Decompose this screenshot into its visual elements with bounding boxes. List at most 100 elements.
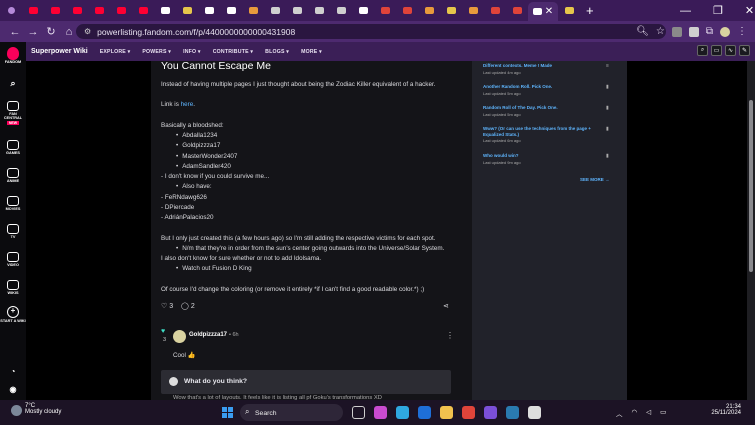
notifications-icon[interactable]: ◔: [0, 367, 26, 376]
browser-menu-button[interactable]: [0, 3, 22, 19]
search-icon[interactable]: ⌕: [0, 78, 26, 89]
clock[interactable]: 21:34 25/11/2024: [703, 404, 741, 416]
browser-menu-icon[interactable]: ⋮: [737, 26, 747, 37]
browser-tab[interactable]: [286, 3, 308, 19]
browser-tab[interactable]: [374, 3, 396, 19]
sidebar-item-tv[interactable]: TV: [0, 224, 26, 239]
browser-tab[interactable]: [418, 3, 440, 19]
sidebar-item-movies[interactable]: MOVIES: [0, 196, 26, 211]
browser-tab[interactable]: [198, 3, 220, 19]
extension-icon[interactable]: [688, 26, 699, 37]
nav-blogs[interactable]: BLOGS ▾: [265, 49, 289, 55]
reply-prompt[interactable]: What do you think?: [184, 378, 247, 385]
rail-discussion-item[interactable]: Random Roll of The Day. Pick One. Last u…: [483, 105, 613, 117]
comment-author[interactable]: Goldpizzza17: [189, 332, 227, 338]
scrollbar-thumb[interactable]: [749, 100, 753, 272]
taskbar-app-icon[interactable]: [396, 406, 409, 419]
rail-item-title[interactable]: Different contexts. Meme ! Made: [483, 63, 613, 69]
browser-tab[interactable]: [308, 3, 330, 19]
taskbar-app-icon[interactable]: [484, 406, 497, 419]
fandom-logo[interactable]: FANDOM: [0, 47, 26, 64]
browser-tab[interactable]: [110, 3, 132, 19]
taskbar-app-icon[interactable]: [352, 406, 365, 419]
wiki-name[interactable]: Superpower Wiki: [31, 48, 88, 55]
profile-avatar[interactable]: [720, 26, 730, 37]
extension-icon[interactable]: [671, 26, 682, 37]
chat-icon[interactable]: ▭: [711, 45, 722, 56]
sidebar-item-wikis[interactable]: WIKIS: [0, 280, 26, 295]
close-window-button[interactable]: ✕: [745, 4, 754, 17]
browser-tab[interactable]: [154, 3, 176, 19]
nav-powers[interactable]: POWERS ▾: [142, 49, 171, 55]
volume-icon[interactable]: ◁: [646, 408, 651, 418]
browser-tab[interactable]: [396, 3, 418, 19]
sidebar-item-fan-central[interactable]: FAN CENTRAL NEW: [0, 101, 26, 125]
browser-tab[interactable]: [220, 3, 242, 19]
rail-item-title[interactable]: Random Roll of The Day. Pick One.: [483, 105, 613, 111]
weather-widget[interactable]: 7°C Mostly cloudy: [11, 403, 61, 416]
extensions-puzzle-icon[interactable]: ⧉: [706, 26, 713, 37]
taskbar-app-icon[interactable]: [418, 406, 431, 419]
windows-start-icon[interactable]: [222, 407, 233, 418]
rail-discussion-item[interactable]: Www? (Or can use the techniques from the…: [483, 126, 601, 143]
activity-icon[interactable]: ∿: [725, 45, 736, 56]
new-tab-button[interactable]: +: [586, 3, 594, 18]
rail-discussion-item[interactable]: Different contexts. Meme ! Made Last upd…: [483, 63, 613, 75]
more-options-icon[interactable]: ⋮: [446, 331, 454, 340]
browser-tab[interactable]: [132, 3, 154, 19]
user-icon[interactable]: ◉: [0, 385, 26, 394]
browser-tab[interactable]: [88, 3, 110, 19]
taskbar-app-icon[interactable]: [528, 406, 541, 419]
browser-tab[interactable]: [484, 3, 506, 19]
taskbar-app-icon[interactable]: [462, 406, 475, 419]
wifi-icon[interactable]: ◠: [632, 408, 638, 418]
rail-discussion-item[interactable]: Who would win? Last updated 9m ago: [483, 153, 613, 165]
comment-button[interactable]: ◯ 2: [181, 302, 195, 311]
post-link[interactable]: here: [181, 101, 194, 108]
rail-item-title[interactable]: Who would win?: [483, 153, 613, 159]
browser-tab[interactable]: [66, 3, 88, 19]
rail-discussion-item[interactable]: Another Random Roll. Pick One. Last upda…: [483, 84, 613, 96]
browser-tab[interactable]: [352, 3, 374, 19]
taskbar-app-icon[interactable]: [440, 406, 453, 419]
edit-icon[interactable]: ✎: [739, 45, 750, 56]
browser-tab[interactable]: [506, 3, 528, 19]
forward-icon[interactable]: →: [24, 26, 42, 38]
reload-icon[interactable]: ↻: [42, 25, 60, 38]
nav-contribute[interactable]: CONTRIBUTE ▾: [213, 49, 253, 55]
search-icon[interactable]: ⌕: [697, 45, 708, 56]
sidebar-item-video[interactable]: VIDEO: [0, 252, 26, 267]
minimize-button[interactable]: —: [680, 5, 691, 17]
browser-tab[interactable]: [242, 3, 264, 19]
browser-tab[interactable]: ✕: [528, 2, 558, 21]
taskbar-app-icon[interactable]: [374, 406, 387, 419]
like-button[interactable]: ♡ 3: [161, 302, 173, 311]
taskbar-app-icon[interactable]: [506, 406, 519, 419]
browser-tab[interactable]: [462, 3, 484, 19]
nav-more[interactable]: MORE ▾: [301, 49, 322, 55]
browser-tab[interactable]: [558, 3, 580, 19]
close-tab-icon[interactable]: ✕: [545, 6, 553, 17]
nav-info[interactable]: INFO ▾: [183, 49, 201, 55]
rail-item-title[interactable]: Www? (Or can use the techniques from the…: [483, 126, 601, 137]
sidebar-item-anime[interactable]: ANIME: [0, 168, 26, 183]
see-more-link[interactable]: SEE MORE →: [580, 177, 610, 182]
sidebar-item-start-wiki[interactable]: + START A WIKI: [0, 306, 26, 323]
avatar[interactable]: [173, 330, 186, 343]
chevron-up-icon[interactable]: ︿: [616, 408, 623, 418]
browser-tab[interactable]: [330, 3, 352, 19]
site-info-icon[interactable]: ⚙: [84, 27, 91, 36]
back-icon[interactable]: ←: [6, 26, 24, 38]
rail-item-title[interactable]: Another Random Roll. Pick One.: [483, 84, 613, 90]
nav-explore[interactable]: EXPLORE ▾: [100, 49, 131, 55]
browser-tab[interactable]: [22, 3, 44, 19]
bookmark-star-icon[interactable]: ☆: [656, 26, 665, 37]
url-field[interactable]: ⚙ powerlisting.fandom.com/f/p/4400000000…: [76, 24, 666, 39]
browser-tab[interactable]: [176, 3, 198, 19]
browser-tab[interactable]: [440, 3, 462, 19]
upvote-icon[interactable]: ♥: [161, 328, 165, 335]
browser-tab[interactable]: [264, 3, 286, 19]
battery-icon[interactable]: ▭: [660, 408, 666, 418]
maximize-button[interactable]: ❐: [713, 4, 723, 17]
share-icon[interactable]: ⋖: [443, 302, 449, 310]
